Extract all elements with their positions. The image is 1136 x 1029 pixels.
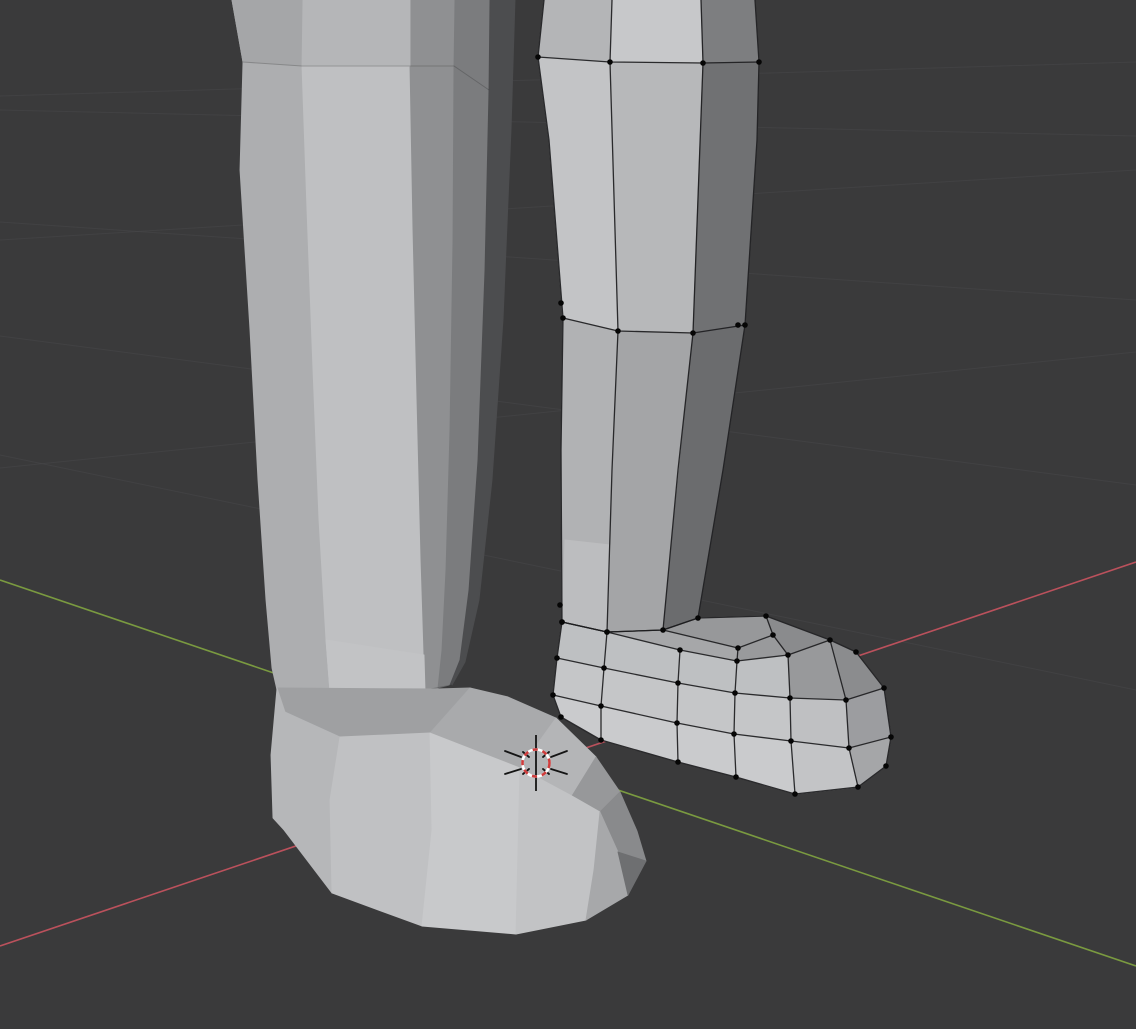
viewport-stage <box>0 0 1136 1029</box>
left-leg-mesh[interactable] <box>232 0 515 692</box>
3d-viewport[interactable] <box>0 0 1136 1029</box>
